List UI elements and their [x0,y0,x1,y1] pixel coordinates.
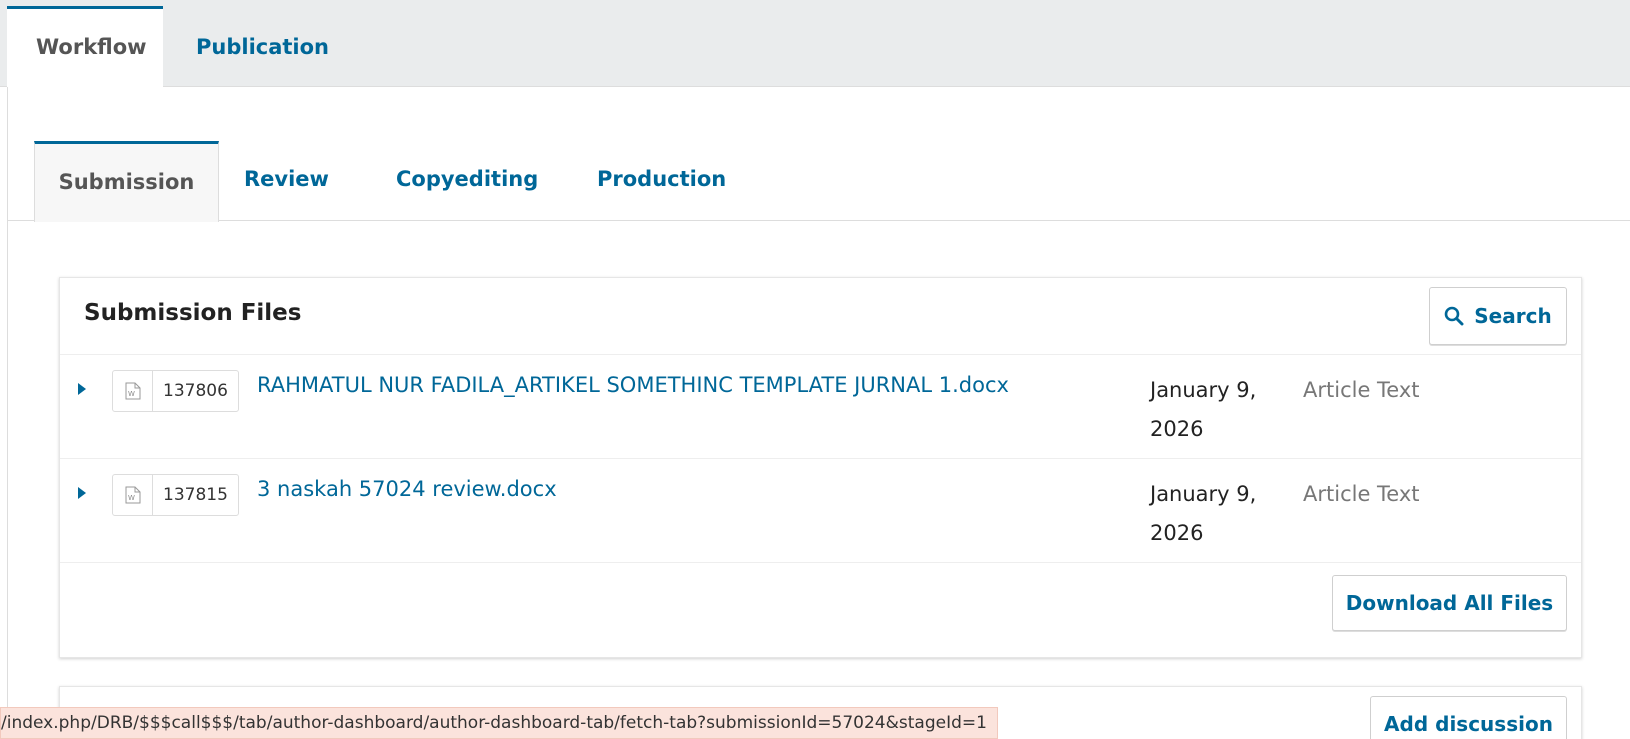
author-dashboard-page: Workflow Publication Submission Review C… [0,0,1630,739]
status-bar-url: /index.php/DRB/$$$call$$$/tab/author-das… [0,707,998,739]
tab-copyediting-label: Copyediting [396,167,539,191]
tab-review[interactable]: Review [244,141,329,221]
file-date: January 9, 2026 [1150,482,1257,545]
file-badge: W 137815 [112,474,239,516]
word-document-icon: W [113,371,153,411]
expand-row-icon[interactable] [78,487,86,499]
search-button[interactable]: Search [1429,287,1567,345]
stage-tab-bar: Submission Review Copyediting Production [8,141,1630,222]
search-button-label: Search [1474,304,1552,328]
top-tab-bar: Workflow Publication [0,0,1630,88]
tab-review-label: Review [244,167,329,191]
panel-title: Submission Files [84,300,302,326]
file-name-link[interactable]: RAHMATUL NUR FADILA_ARTIKEL SOMETHINC TE… [257,373,1009,397]
file-genre: Article Text [1303,378,1420,402]
panel-footer: Download All Files [60,562,1581,659]
tab-submission[interactable]: Submission [34,141,219,222]
tab-submission-label: Submission [58,170,195,194]
file-row: W 137815 3 naskah 57024 review.docx Janu… [60,458,1581,562]
file-badge: W 137806 [112,370,239,412]
tab-production-label: Production [597,167,727,191]
download-all-files-label: Download All Files [1345,591,1554,615]
add-discussion-label: Add discussion [1384,712,1553,736]
tab-publication[interactable]: Publication [167,6,358,88]
tab-workflow[interactable]: Workflow [7,6,163,88]
tab-publication-label: Publication [196,35,330,59]
file-genre: Article Text [1303,482,1420,506]
download-all-files-button[interactable]: Download All Files [1332,575,1567,631]
tab-production[interactable]: Production [597,141,726,221]
search-icon [1444,306,1464,326]
file-date: January 9, 2026 [1150,378,1257,441]
add-discussion-button[interactable]: Add discussion [1370,696,1567,739]
tab-workflow-label: Workflow [36,35,147,59]
word-document-icon: W [113,475,153,515]
file-id: 137815 [163,485,228,505]
submission-files-panel: Submission Files Search W 137806 RAHMATU… [59,277,1582,658]
file-row: W 137806 RAHMATUL NUR FADILA_ARTIKEL SOM… [60,354,1581,458]
svg-text:W: W [128,494,135,502]
file-name-link[interactable]: 3 naskah 57024 review.docx [257,477,557,501]
file-id: 137806 [163,381,228,401]
tab-copyediting[interactable]: Copyediting [396,141,538,221]
svg-text:W: W [128,390,135,398]
expand-row-icon[interactable] [78,383,86,395]
